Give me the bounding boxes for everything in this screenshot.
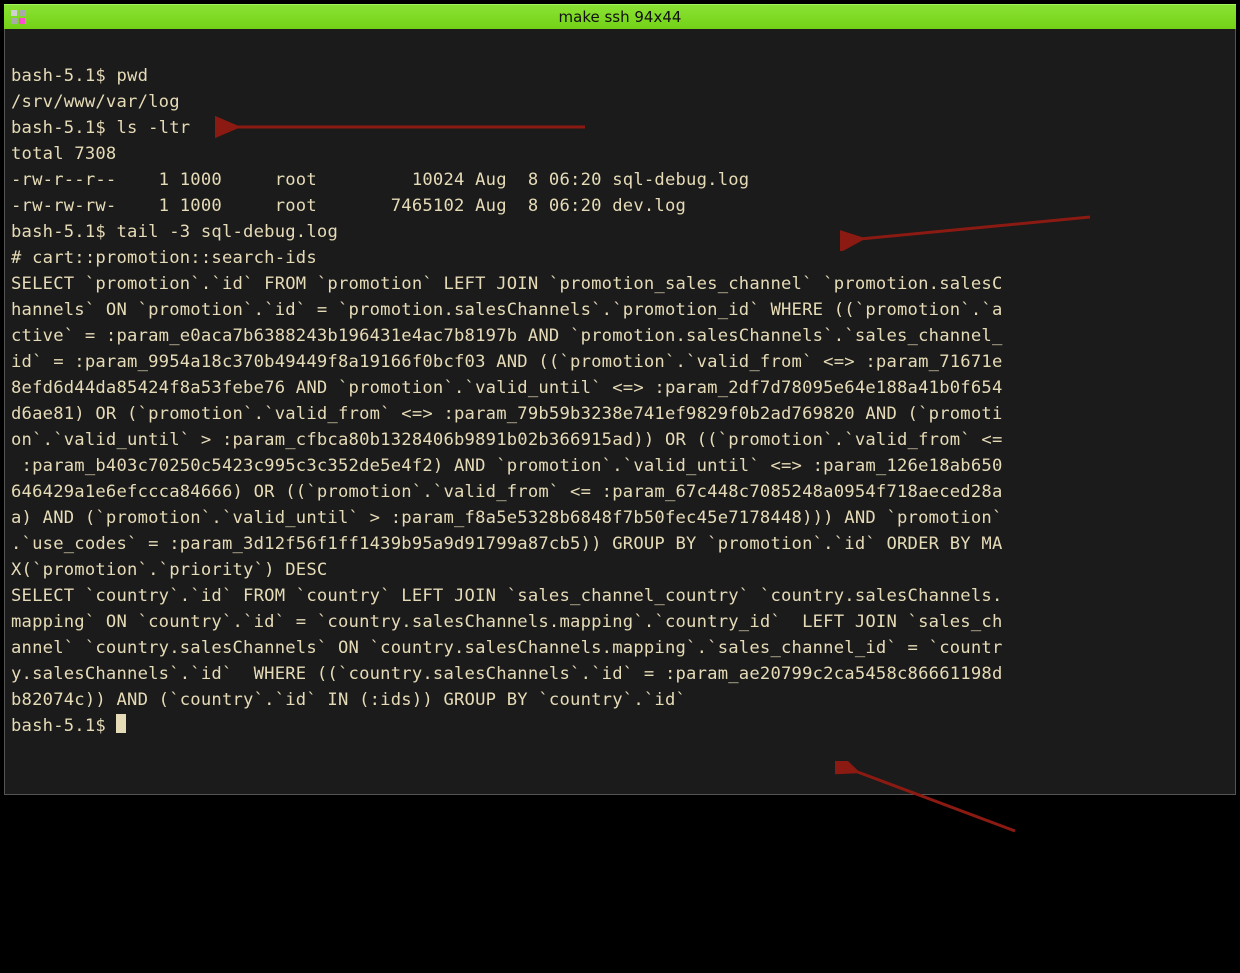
terminal-line: bash-5.1$ ls -ltr bbox=[11, 118, 190, 138]
terminal-line: bash-5.1$ pwd bbox=[11, 66, 148, 86]
terminal-line: d6ae81) OR (`promotion`.`valid_from` <=>… bbox=[11, 404, 1003, 424]
terminal-line: hannels` ON `promotion`.`id` = `promotio… bbox=[11, 300, 1003, 320]
terminal-area[interactable]: bash-5.1$ pwd /srv/www/var/log bash-5.1$… bbox=[4, 29, 1236, 795]
terminal-line: bash-5.1$ tail -3 sql-debug.log bbox=[11, 222, 338, 242]
shell-prompt: bash-5.1$ bbox=[11, 716, 116, 736]
terminal-line: # cart::promotion::search-ids bbox=[11, 248, 317, 268]
cursor-block bbox=[116, 714, 126, 733]
terminal-line: total 7308 bbox=[11, 144, 116, 164]
window-title: make ssh 94x44 bbox=[4, 8, 1236, 26]
shell-prompt: bash-5.1$ bbox=[11, 118, 116, 138]
shell-prompt: bash-5.1$ bbox=[11, 66, 116, 86]
terminal-line: id` = :param_9954a18c370b49449f8a19166f0… bbox=[11, 352, 1003, 372]
terminal-line: bash-5.1$ bbox=[11, 716, 126, 736]
terminal-line: mapping` ON `country`.`id` = `country.sa… bbox=[11, 612, 1003, 632]
terminal-line: b82074c)) AND (`country`.`id` IN (:ids))… bbox=[11, 690, 686, 710]
terminal-line: a) AND (`promotion`.`valid_until` > :par… bbox=[11, 508, 1003, 528]
terminal-line: :param_b403c70250c5423c995c3c352de5e4f2)… bbox=[11, 456, 1003, 476]
terminal-line: 646429a1e6efccca84666) OR ((`promotion`.… bbox=[11, 482, 1003, 502]
terminal-line: -rw-rw-rw- 1 1000 root 7465102 Aug 8 06:… bbox=[11, 196, 686, 216]
terminal-line: -rw-r--r-- 1 1000 root 10024 Aug 8 06:20… bbox=[11, 170, 749, 190]
terminal-line: annel` `country.salesChannels` ON `count… bbox=[11, 638, 1003, 658]
command-text: tail -3 sql-debug.log bbox=[116, 222, 338, 242]
terminal-line: X(`promotion`.`priority`) DESC bbox=[11, 560, 327, 580]
command-text: pwd bbox=[116, 66, 148, 86]
terminal-line: SELECT `promotion`.`id` FROM `promotion`… bbox=[11, 274, 1003, 294]
terminal-line: 8efd6d44da85424f8a53febe76 AND `promotio… bbox=[11, 378, 1003, 398]
command-text: ls -ltr bbox=[116, 118, 190, 138]
terminal-window: make ssh 94x44 bash-5.1$ pwd /srv/www/va… bbox=[4, 4, 1236, 794]
terminal-line: /srv/www/var/log bbox=[11, 92, 180, 112]
terminal-line: .`use_codes` = :param_3d12f56f1ff1439b95… bbox=[11, 534, 1003, 554]
terminal-line: SELECT `country`.`id` FROM `country` LEF… bbox=[11, 586, 1003, 606]
window-titlebar[interactable]: make ssh 94x44 bbox=[4, 4, 1236, 29]
annotation-arrow-3 bbox=[835, 709, 1035, 893]
app-icon bbox=[10, 9, 26, 25]
terminal-line: on`.`valid_until` > :param_cfbca80b13284… bbox=[11, 430, 1003, 450]
shell-prompt: bash-5.1$ bbox=[11, 222, 116, 242]
terminal-line: y.salesChannels`.`id` WHERE ((`country.s… bbox=[11, 664, 1003, 684]
terminal-line: ctive` = :param_e0aca7b6388243b196431e4a… bbox=[11, 326, 1003, 346]
